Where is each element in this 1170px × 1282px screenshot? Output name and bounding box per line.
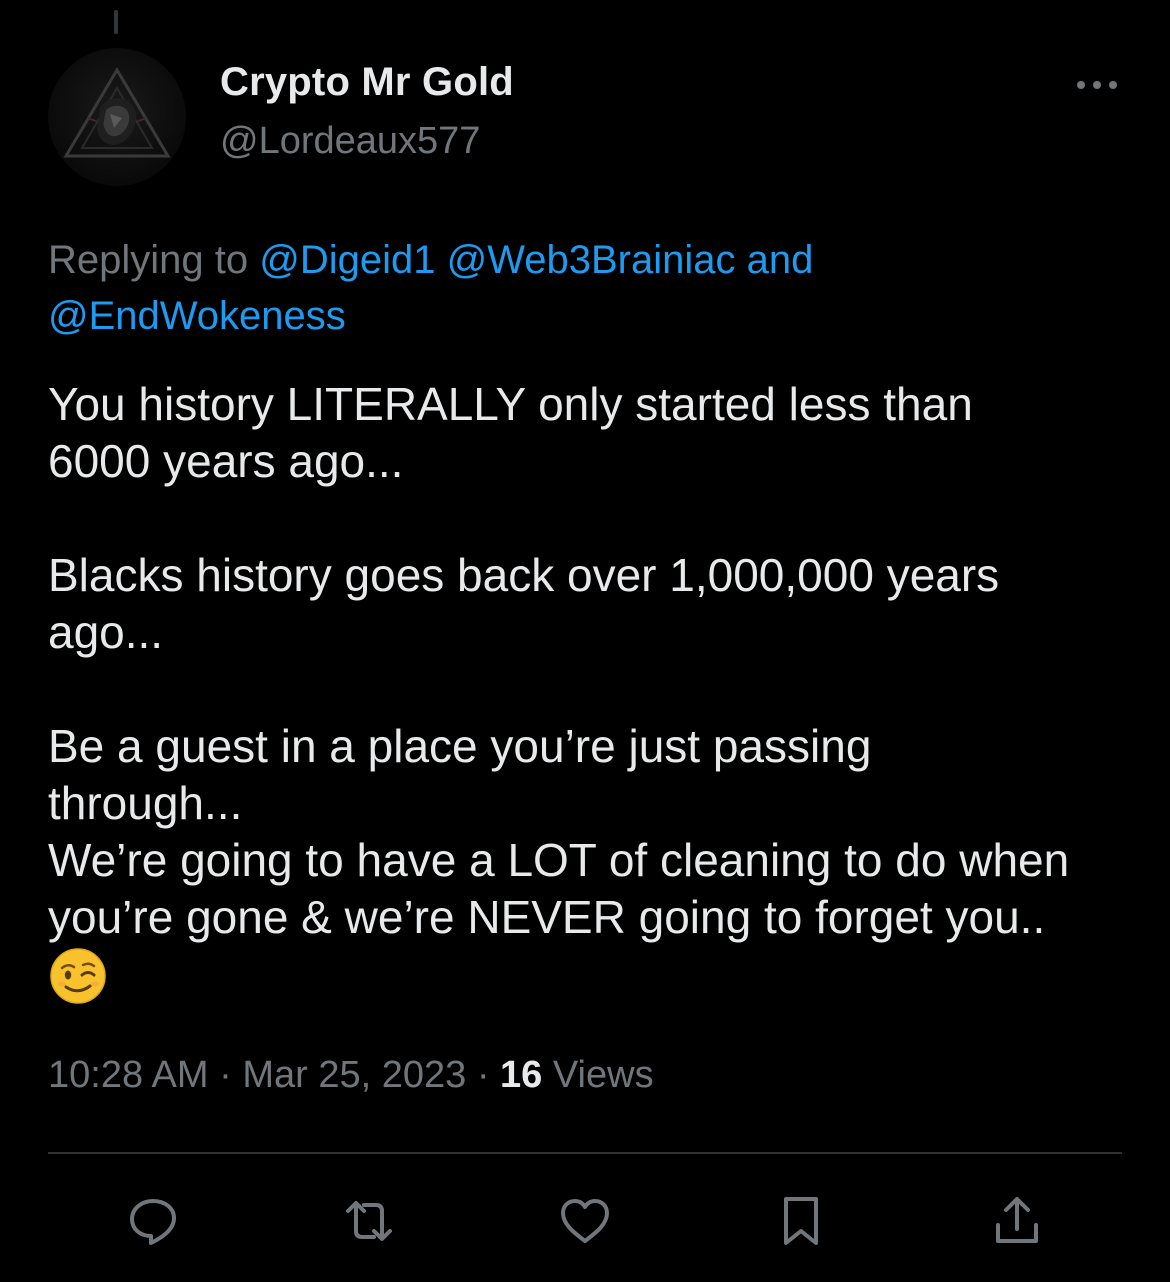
thread-connector-line (114, 10, 118, 34)
share-button[interactable] (982, 1186, 1052, 1256)
paragraph-spacer (48, 490, 1138, 547)
meta-separator: · (466, 1054, 501, 1096)
author-display-name[interactable]: Crypto Mr Gold (220, 60, 514, 105)
replying-to-line: Replying to @Digeid1 @Web3Brainiac and @… (48, 232, 1128, 344)
paragraph-spacer (48, 661, 1138, 718)
reply-icon (130, 1199, 176, 1245)
bookmark-button[interactable] (766, 1186, 836, 1256)
tweet-paragraph: Be a guest in a place you’re just passin… (48, 720, 1070, 943)
tweet-paragraph: Blacks history goes back over 1,000,000 … (48, 549, 1000, 658)
mention-link[interactable]: @Web3Brainiac (447, 238, 736, 282)
more-options-icon[interactable] (1074, 70, 1120, 100)
divider (48, 1152, 1122, 1154)
mention-link[interactable]: @Digeid1 (259, 238, 435, 282)
tweet-body: You history LITERALLY only started less … (48, 376, 1138, 1009)
tweet-time[interactable]: 10:28 AM (48, 1054, 209, 1096)
bookmark-icon (784, 1197, 818, 1245)
views-label: Views (552, 1054, 654, 1096)
retweet-button[interactable] (334, 1186, 404, 1256)
author-handle[interactable]: @Lordeaux577 (220, 120, 480, 163)
tweet-date[interactable]: Mar 25, 2023 (242, 1054, 466, 1096)
winking-face-icon (48, 946, 108, 1006)
share-icon (996, 1197, 1038, 1243)
views-count: 16 (500, 1054, 543, 1096)
reply-button[interactable] (118, 1186, 188, 1256)
mention-conjunction[interactable]: and (747, 238, 814, 282)
retweet-icon (346, 1201, 392, 1241)
tweet-meta: 10:28 AM · Mar 25, 2023 · 16 Views (48, 1054, 654, 1097)
avatar-logo-image (63, 67, 171, 158)
tweet-detail: Crypto Mr Gold @Lordeaux577 Replying to … (0, 0, 1170, 1282)
like-button[interactable] (550, 1186, 620, 1256)
mention-link[interactable]: @EndWokeness (48, 294, 346, 338)
tweet-paragraph: You history LITERALLY only started less … (48, 378, 973, 487)
meta-separator: · (208, 1054, 243, 1096)
heart-icon (561, 1199, 609, 1243)
replying-to-label: Replying to (48, 238, 260, 282)
action-bar (48, 1186, 1122, 1256)
avatar[interactable] (48, 48, 186, 186)
